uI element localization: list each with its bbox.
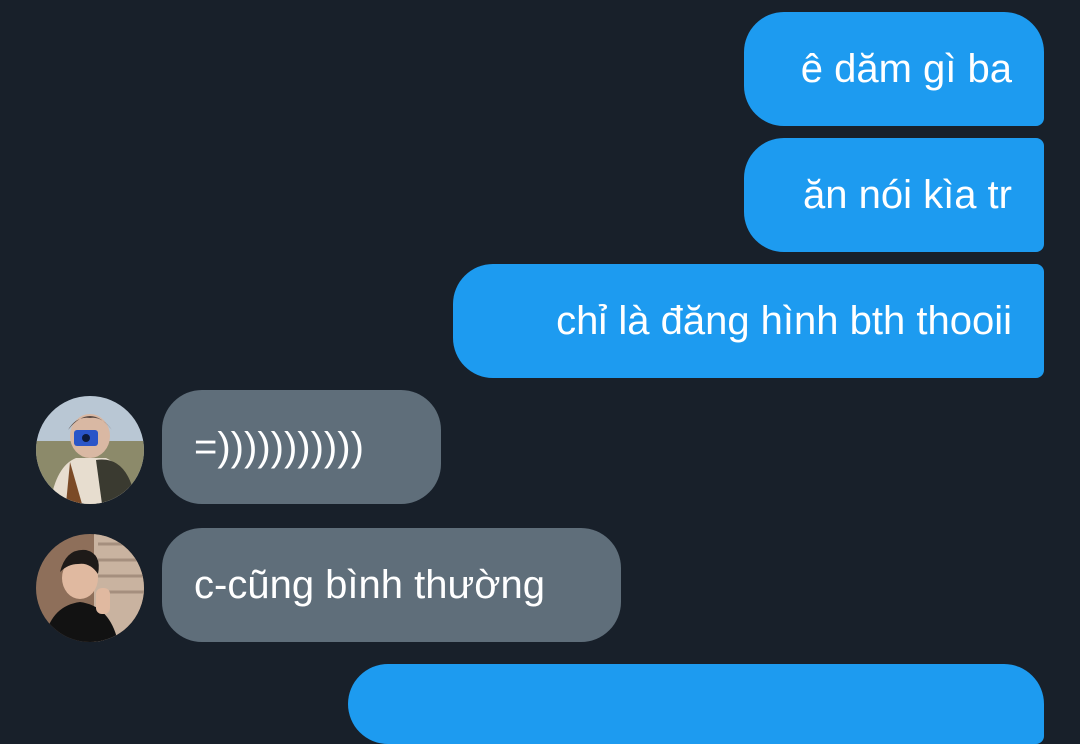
message-text: chỉ là đăng hình bth thooii <box>556 299 1012 343</box>
outgoing-message[interactable] <box>348 664 1044 744</box>
outgoing-message[interactable]: ê dăm gì ba <box>744 12 1044 126</box>
message-text: =))))))))))) <box>194 425 364 469</box>
message-text: ăn nói kìa tr <box>802 173 1012 217</box>
sender-avatar[interactable] <box>36 534 144 642</box>
avatar-photo-icon <box>36 396 144 504</box>
sender-avatar[interactable] <box>36 396 144 504</box>
chat-thread: ê dăm gì ba ăn nói kìa tr chỉ là đăng hì… <box>0 0 1080 744</box>
message-text: ê dăm gì ba <box>800 47 1012 91</box>
incoming-message[interactable]: c-cũng bình thường <box>162 528 621 642</box>
outgoing-message[interactable]: ăn nói kìa tr <box>744 138 1044 252</box>
avatar-photo-icon <box>36 534 144 642</box>
message-text: c-cũng bình thường <box>194 563 545 607</box>
outgoing-message[interactable]: chỉ là đăng hình bth thooii <box>453 264 1044 378</box>
incoming-message[interactable]: =))))))))))) <box>162 390 441 504</box>
